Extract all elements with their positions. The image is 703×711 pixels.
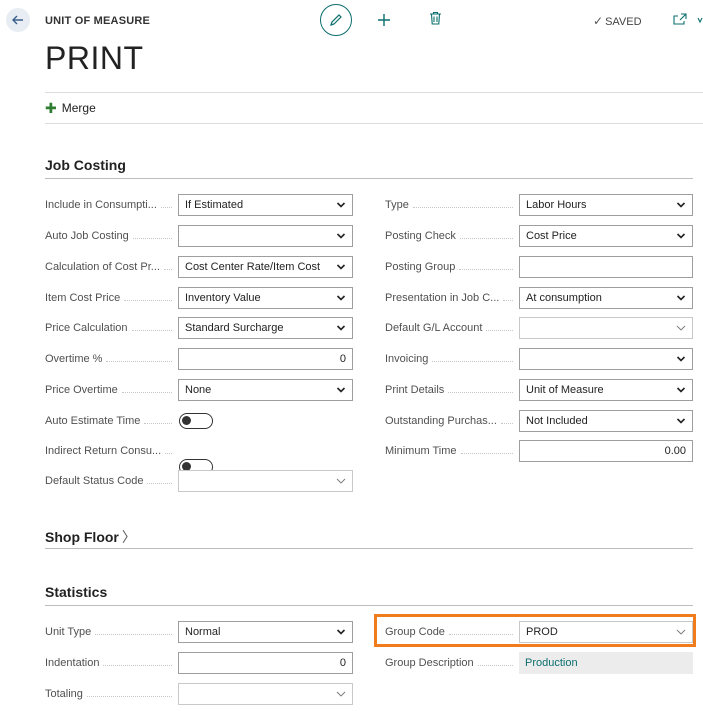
popout-icon[interactable] bbox=[673, 12, 687, 30]
minimum-time-input[interactable]: 0.00 bbox=[519, 440, 693, 462]
label-invoicing: Invoicing bbox=[385, 348, 519, 370]
back-button[interactable] bbox=[6, 8, 30, 32]
label-type: Type bbox=[385, 194, 519, 216]
label-overtime-percent: Overtime % bbox=[45, 348, 178, 370]
default-status-code-lookup[interactable] bbox=[178, 470, 353, 492]
item-cost-price-select[interactable]: Inventory Value bbox=[178, 287, 353, 309]
label-auto-estimate-time: Auto Estimate Time bbox=[45, 410, 178, 432]
saved-label: SAVED bbox=[605, 16, 642, 28]
auto-estimate-time-toggle[interactable] bbox=[179, 413, 213, 429]
unit-type-select[interactable]: Normal bbox=[178, 621, 353, 643]
chevron-down-icon bbox=[336, 691, 346, 697]
section-title-statistics[interactable]: Statistics bbox=[45, 584, 107, 600]
arrow-left-icon bbox=[12, 15, 23, 25]
label-default-status-code: Default Status Code bbox=[45, 470, 178, 492]
highlight-box bbox=[374, 614, 696, 647]
label-price-calculation: Price Calculation bbox=[45, 317, 178, 339]
section-title-job-costing[interactable]: Job Costing bbox=[45, 157, 126, 173]
chevron-down-icon bbox=[336, 233, 346, 239]
divider bbox=[45, 123, 703, 124]
print-details-select[interactable]: Unit of Measure bbox=[519, 379, 693, 401]
chevron-right-icon: 〉 bbox=[121, 529, 136, 545]
merge-label: Merge bbox=[61, 101, 96, 115]
chevron-down-icon bbox=[676, 295, 686, 301]
saved-status: ✓ SAVED bbox=[593, 14, 642, 28]
chevron-down-icon bbox=[336, 325, 346, 331]
label-presentation-in-job-costing: Presentation in Job C... bbox=[385, 287, 519, 309]
pencil-icon bbox=[330, 14, 342, 26]
label-unit-type: Unit Type bbox=[45, 621, 178, 643]
outstanding-purchases-select[interactable]: Not Included bbox=[519, 410, 693, 432]
chevron-down-icon bbox=[676, 233, 686, 239]
label-outstanding-purchases: Outstanding Purchas... bbox=[385, 410, 519, 432]
section-title-shop-floor[interactable]: Shop Floor 〉 bbox=[45, 527, 136, 547]
label-item-cost-price: Item Cost Price bbox=[45, 287, 178, 309]
divider bbox=[45, 92, 703, 93]
entity-type: UNIT OF MEASURE bbox=[45, 15, 151, 27]
label-indirect-return-consumption: Indirect Return Consu... bbox=[45, 440, 178, 462]
group-description-value: Production bbox=[519, 652, 693, 674]
label-default-gl-account: Default G/L Account bbox=[385, 317, 519, 339]
chevron-down-icon bbox=[336, 202, 346, 208]
price-calculation-select[interactable]: Standard Surcharge bbox=[178, 317, 353, 339]
auto-job-costing-select[interactable] bbox=[178, 225, 353, 247]
include-in-consumption-select[interactable]: If Estimated bbox=[178, 194, 353, 216]
plus-icon: ✚ bbox=[45, 100, 57, 116]
label-print-details: Print Details bbox=[385, 379, 519, 401]
section-divider bbox=[45, 548, 693, 549]
posting-check-select[interactable]: Cost Price bbox=[519, 225, 693, 247]
indentation-input[interactable]: 0 bbox=[178, 652, 353, 674]
calculation-of-cost-price-select[interactable]: Cost Center Rate/Item Cost bbox=[178, 256, 353, 278]
new-button[interactable] bbox=[377, 9, 391, 31]
label-price-overtime: Price Overtime bbox=[45, 379, 178, 401]
trash-icon bbox=[430, 11, 441, 25]
invoicing-select[interactable] bbox=[519, 348, 693, 370]
collapse-icon[interactable] bbox=[697, 14, 703, 28]
delete-button[interactable] bbox=[429, 11, 442, 30]
chevron-down-icon bbox=[336, 295, 346, 301]
chevron-down-icon bbox=[676, 418, 686, 424]
chevron-down-icon bbox=[676, 387, 686, 393]
chevron-down-icon bbox=[676, 356, 686, 362]
merge-action[interactable]: ✚ Merge bbox=[45, 101, 96, 115]
chevron-down-icon bbox=[336, 387, 346, 393]
chevron-down-icon bbox=[336, 629, 346, 635]
section-divider bbox=[45, 178, 693, 179]
chevron-down-icon bbox=[336, 478, 346, 484]
label-totaling: Totaling bbox=[45, 683, 178, 705]
chevron-down-icon bbox=[676, 325, 686, 331]
posting-group-input[interactable] bbox=[519, 256, 693, 278]
section-divider bbox=[45, 605, 693, 606]
label-calculation-of-cost-price: Calculation of Cost Pr... bbox=[45, 256, 178, 278]
label-group-description: Group Description bbox=[385, 652, 519, 674]
overtime-percent-input[interactable]: 0 bbox=[178, 348, 353, 370]
chevron-down-icon bbox=[336, 264, 346, 270]
edit-button[interactable] bbox=[320, 4, 352, 36]
label-indentation: Indentation bbox=[45, 652, 178, 674]
label-posting-group: Posting Group bbox=[385, 256, 519, 278]
check-icon: ✓ bbox=[593, 14, 604, 28]
presentation-in-job-costing-select[interactable]: At consumption bbox=[519, 287, 693, 309]
plus-icon bbox=[378, 14, 390, 26]
chevron-down-icon bbox=[676, 202, 686, 208]
type-select[interactable]: Labor Hours bbox=[519, 194, 693, 216]
label-auto-job-costing: Auto Job Costing bbox=[45, 225, 178, 247]
label-include-in-consumption: Include in Consumpti... bbox=[45, 194, 178, 216]
totaling-lookup[interactable] bbox=[178, 683, 353, 705]
price-overtime-select[interactable]: None bbox=[178, 379, 353, 401]
label-posting-check: Posting Check bbox=[385, 225, 519, 247]
page-title: PRINT bbox=[45, 40, 144, 76]
default-gl-account-lookup[interactable] bbox=[519, 317, 693, 339]
label-minimum-time: Minimum Time bbox=[385, 440, 519, 462]
